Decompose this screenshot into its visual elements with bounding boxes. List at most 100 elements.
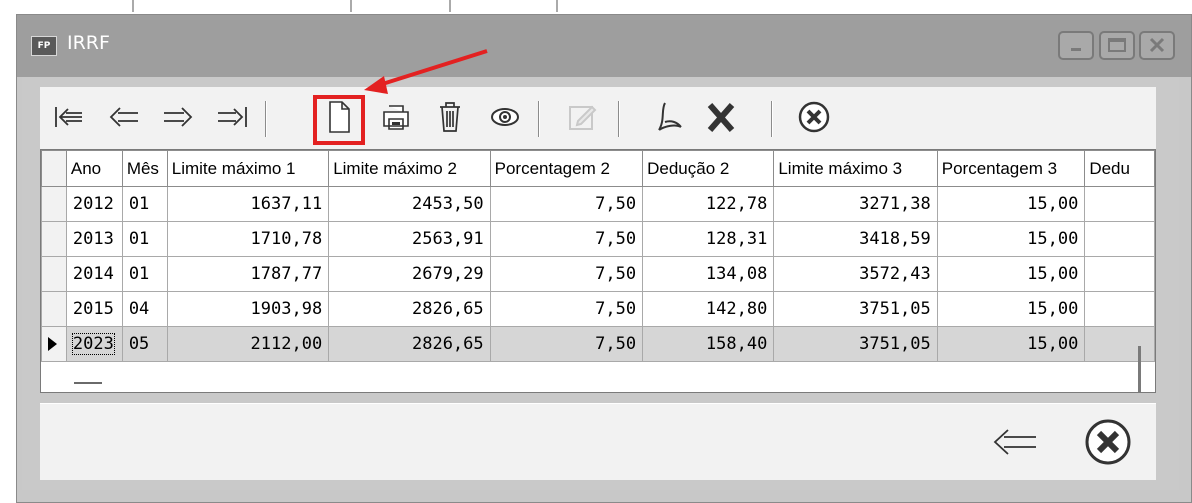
table-row[interactable]: 2012 01 1637,11 2453,50 7,50 122,78 3271…: [41, 186, 1155, 222]
cell-value[interactable]: 2826,65: [328, 291, 491, 327]
cell-value[interactable]: [1084, 326, 1155, 362]
view-button[interactable]: [478, 87, 532, 147]
cell-value[interactable]: 128,31: [642, 221, 775, 257]
cell-ano[interactable]: 2023: [65, 326, 123, 362]
cell-value[interactable]: [1084, 291, 1155, 327]
window-title: IRRF: [67, 32, 110, 54]
minimize-button[interactable]: [1058, 31, 1094, 60]
toolbar-separator: [771, 101, 772, 137]
cell-value[interactable]: 2826,65: [328, 326, 491, 362]
cell-value[interactable]: 2112,00: [166, 326, 330, 362]
last-record-button[interactable]: [205, 87, 259, 147]
previous-record-button[interactable]: [97, 87, 151, 147]
title-bar[interactable]: FP IRRF: [17, 15, 1191, 77]
cell-value[interactable]: 2563,91: [328, 221, 491, 257]
toolbar-separator: [265, 101, 266, 137]
cell-value[interactable]: 3572,43: [773, 256, 938, 292]
close-circle-icon: [798, 101, 830, 133]
cell-value[interactable]: 7,50: [489, 291, 644, 327]
table-row[interactable]: 2014 01 1787,77 2679,29 7,50 134,08 3572…: [41, 256, 1155, 292]
data-grid[interactable]: Ano Mês Limite máximo 1 Limite máximo 2 …: [40, 149, 1156, 393]
cell-value[interactable]: 15,00: [936, 186, 1086, 222]
print-button[interactable]: [369, 87, 423, 147]
row-indicator[interactable]: [41, 221, 67, 257]
column-header[interactable]: Porcentagem 3: [936, 150, 1086, 187]
view-eye-icon: [491, 108, 519, 126]
close-window-button[interactable]: [1139, 31, 1175, 60]
column-header[interactable]: Ano: [65, 150, 123, 187]
delete-button[interactable]: [423, 87, 477, 147]
cell-value[interactable]: 122,78: [642, 186, 775, 222]
cell-ano[interactable]: 2015: [65, 291, 123, 327]
cell-mes[interactable]: 05: [121, 326, 168, 362]
minimize-icon: [1071, 48, 1081, 51]
cell-value[interactable]: [1084, 186, 1155, 222]
cell-value[interactable]: 2453,50: [328, 186, 491, 222]
column-header[interactable]: Mês: [121, 150, 168, 187]
cell-value[interactable]: 15,00: [936, 291, 1086, 327]
cell-ano[interactable]: 2014: [65, 256, 123, 292]
cell-value[interactable]: 3271,38: [773, 186, 938, 222]
cell-ano[interactable]: 2012: [65, 186, 123, 222]
cell-value[interactable]: 3751,05: [773, 326, 938, 362]
row-indicator[interactable]: [41, 326, 67, 362]
cell-value[interactable]: 7,50: [489, 221, 644, 257]
cell-value[interactable]: 15,00: [936, 221, 1086, 257]
excel-export-button[interactable]: [694, 87, 748, 147]
next-record-icon: [164, 107, 193, 127]
column-header[interactable]: Limite máximo 2: [328, 150, 491, 187]
cell-value[interactable]: 134,08: [642, 256, 775, 292]
cell-value[interactable]: 3418,59: [773, 221, 938, 257]
cell-mes[interactable]: 01: [121, 186, 168, 222]
vertical-scrollbar[interactable]: [1138, 346, 1141, 392]
cell-value[interactable]: 1637,11: [166, 186, 330, 222]
cell-mes[interactable]: 01: [121, 256, 168, 292]
cell-value[interactable]: 15,00: [936, 326, 1086, 362]
cell-value[interactable]: [1084, 221, 1155, 257]
maximize-button[interactable]: [1099, 31, 1135, 60]
cell-ano-text: 2023: [71, 333, 115, 355]
first-record-button[interactable]: [43, 87, 97, 147]
column-header[interactable]: Limite máximo 1: [166, 150, 330, 187]
column-header[interactable]: Limite máximo 3: [773, 150, 938, 187]
irrf-window: FP IRRF Ano Mês Limite máximo 1 Limite m…: [16, 14, 1192, 503]
column-header[interactable]: Porcentagem 2: [489, 150, 644, 187]
edit-button[interactable]: [555, 87, 609, 147]
cell-mes[interactable]: 04: [121, 291, 168, 327]
cell-value[interactable]: 1710,78: [166, 221, 330, 257]
row-indicator[interactable]: [41, 291, 67, 327]
table-row[interactable]: 2015 04 1903,98 2826,65 7,50 142,80 3751…: [41, 291, 1155, 327]
maximize-icon: [1108, 38, 1126, 52]
table-row[interactable]: 2013 01 1710,78 2563,91 7,50 128,31 3418…: [41, 221, 1155, 257]
row-indicator[interactable]: [41, 186, 67, 222]
cell-value[interactable]: 1787,77: [166, 256, 330, 292]
cell-value[interactable]: 15,00: [936, 256, 1086, 292]
column-header[interactable]: Dedu: [1084, 150, 1155, 187]
next-record-button[interactable]: [151, 87, 205, 147]
back-button[interactable]: [984, 412, 1044, 472]
cell-value[interactable]: 2679,29: [328, 256, 491, 292]
pdf-export-icon: [658, 102, 682, 131]
column-header[interactable]: Dedução 2: [642, 150, 775, 187]
close-circle-icon: [1085, 419, 1131, 465]
cell-value[interactable]: 1903,98: [166, 291, 330, 327]
table-row-selected[interactable]: 2023 05 2112,00 2826,65 7,50 158,40 3751…: [41, 326, 1155, 362]
cell-value[interactable]: 158,40: [642, 326, 775, 362]
close-toolbar-button[interactable]: [787, 87, 841, 147]
cell-value[interactable]: 142,80: [642, 291, 775, 327]
pdf-export-button[interactable]: [641, 87, 695, 147]
cell-value[interactable]: [1084, 256, 1155, 292]
cell-ano[interactable]: 2013: [65, 221, 123, 257]
toolbar-separator: [618, 101, 619, 137]
close-icon: [1149, 37, 1165, 53]
current-row-pointer-icon: [48, 337, 57, 351]
last-record-icon: [218, 107, 247, 127]
cell-value[interactable]: 7,50: [489, 186, 644, 222]
cell-value[interactable]: 7,50: [489, 256, 644, 292]
cell-value[interactable]: 7,50: [489, 326, 644, 362]
cell-value[interactable]: 3751,05: [773, 291, 938, 327]
indicator-header: [41, 150, 67, 187]
row-indicator[interactable]: [41, 256, 67, 292]
close-button[interactable]: [1078, 412, 1138, 472]
cell-mes[interactable]: 01: [121, 221, 168, 257]
